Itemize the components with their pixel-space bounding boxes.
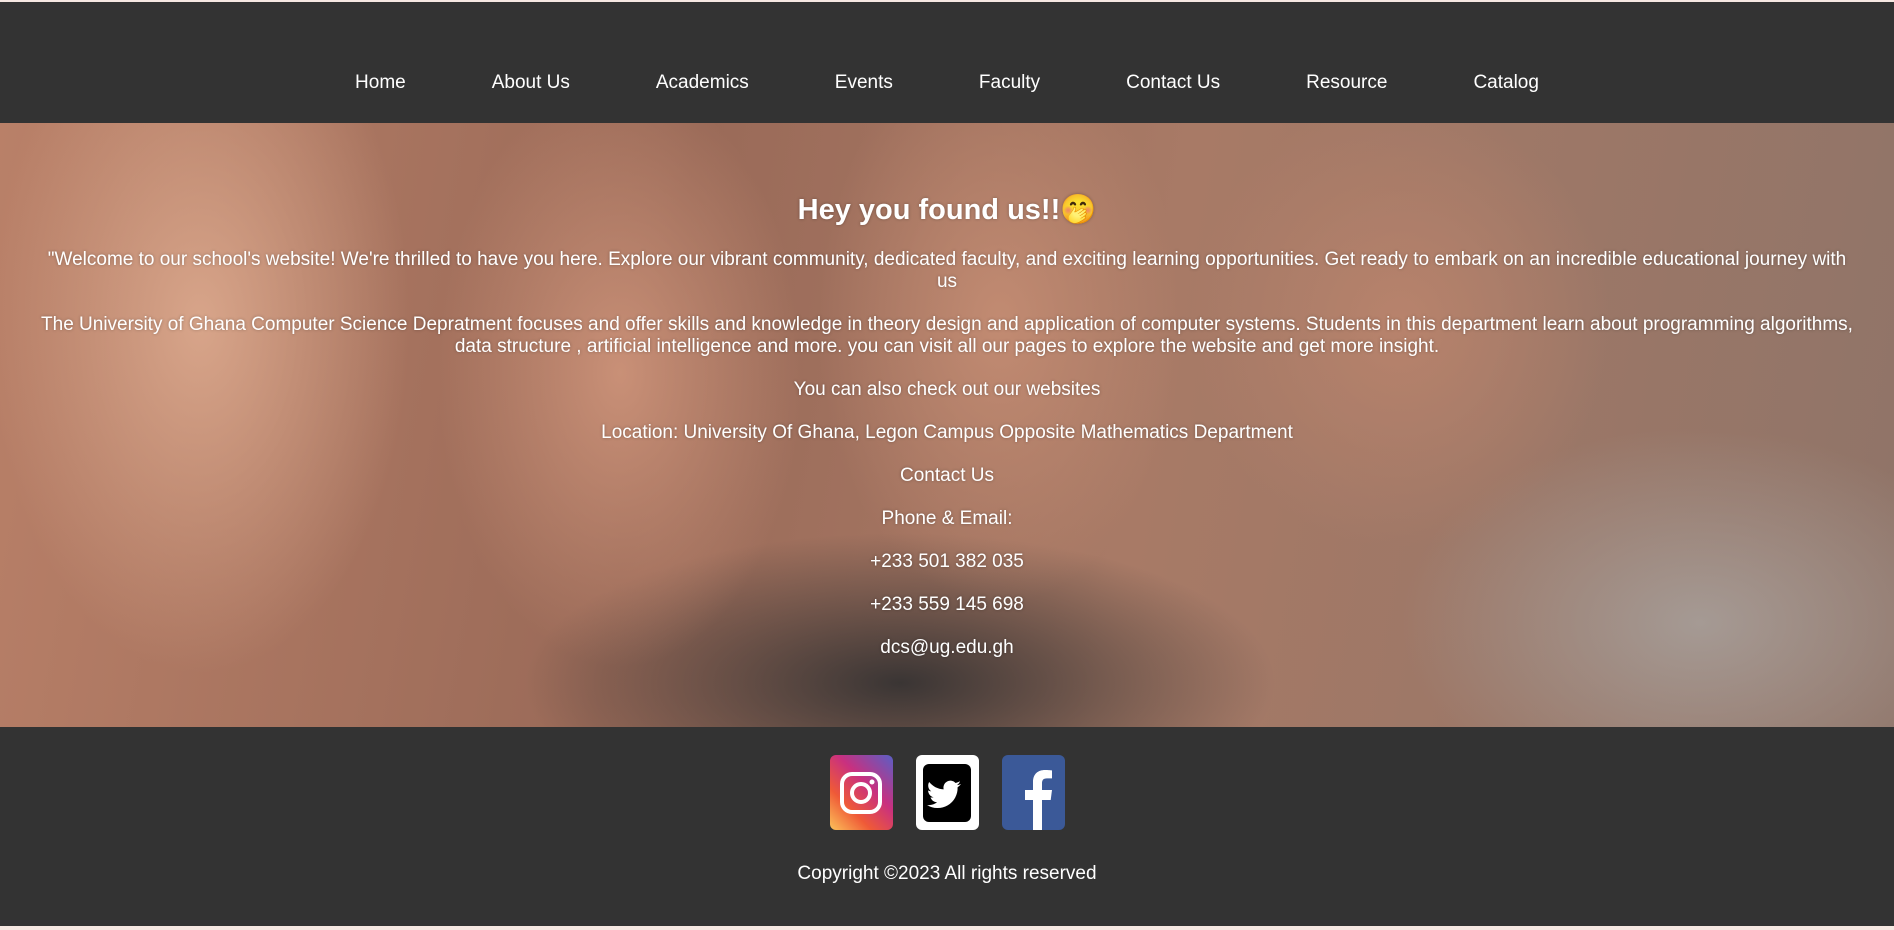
nav-academics[interactable]: Academics [613,72,792,94]
nav-about-us[interactable]: About Us [449,72,613,94]
facebook-icon[interactable] [1001,755,1065,830]
department-description: The University of Ghana Computer Science… [41,314,1853,357]
footer: Copyright ©2023 All rights reserved [0,727,1894,926]
hero-title-text: Hey you found us!! [797,194,1061,226]
phone-number-2: +233 559 145 698 [870,594,1024,615]
phone-number-1: +233 501 382 035 [870,551,1024,572]
nav-home[interactable]: Home [312,72,449,94]
contact-heading: Contact Us [900,465,994,486]
face-with-hand-over-mouth-emoji-icon: 🤭 [1060,194,1097,226]
instagram-icon[interactable] [829,755,893,830]
nav-catalog[interactable]: Catalog [1430,72,1582,94]
location-text: Location: University Of Ghana, Legon Cam… [601,422,1293,443]
nav-events[interactable]: Events [792,72,936,94]
email-address: dcs@ug.edu.gh [880,637,1014,658]
top-navigation: Home About Us Academics Events Faculty C… [0,2,1894,123]
nav-faculty[interactable]: Faculty [936,72,1083,94]
welcome-text: "Welcome to our school's website! We're … [47,249,1847,292]
nav-contact-us[interactable]: Contact Us [1083,72,1263,94]
copyright-text: Copyright ©2023 All rights reserved [797,863,1097,884]
twitter-icon[interactable] [915,755,979,830]
hero-title: Hey you found us!!🤭 [40,193,1854,227]
nav-resource[interactable]: Resource [1263,72,1430,94]
websites-text: You can also check out our websites [793,379,1101,400]
phone-email-label: Phone & Email: [881,508,1013,529]
hero-section: Hey you found us!!🤭 "Welcome to our scho… [0,123,1894,727]
